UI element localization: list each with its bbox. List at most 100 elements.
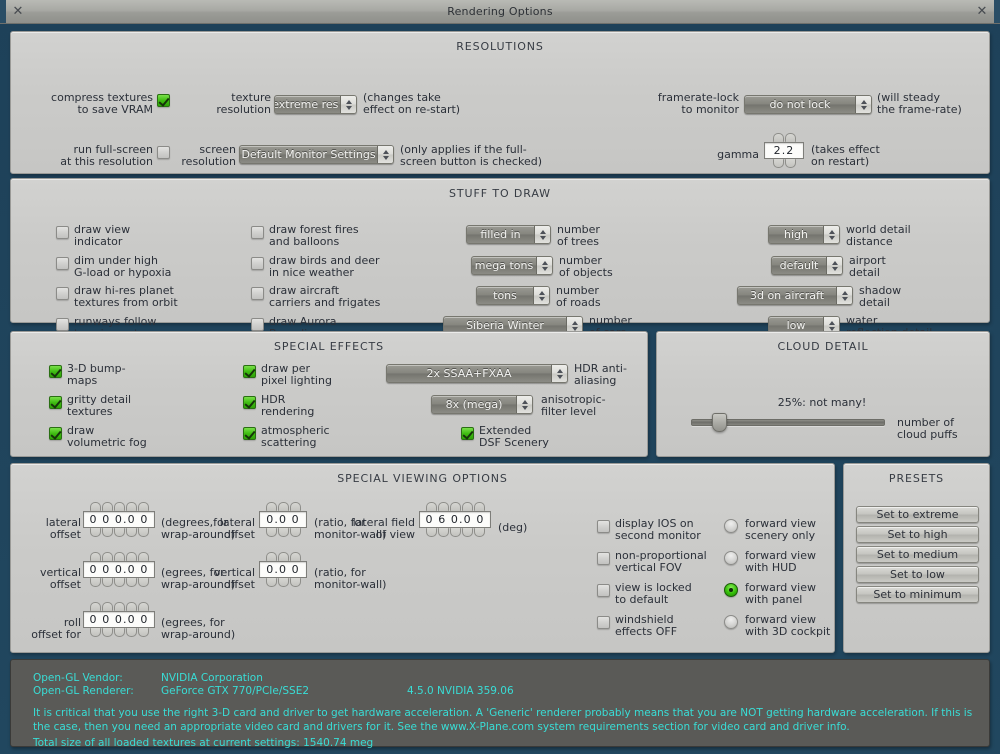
dropdown-world-detail-distance[interactable]: high bbox=[768, 225, 840, 244]
check-draw-carriers[interactable] bbox=[251, 287, 264, 300]
check-volumetric-fog[interactable] bbox=[49, 427, 62, 440]
dropdown-shadow-detail[interactable]: 3d on aircraft bbox=[737, 286, 853, 305]
check-per-pixel-lighting[interactable] bbox=[243, 365, 256, 378]
window-titlebar: ✕ Rendering Options ✕ bbox=[0, 0, 1000, 24]
check-hi-res-planet-textures[interactable] bbox=[56, 287, 69, 300]
radio-forward-view-with-panel[interactable] bbox=[724, 583, 738, 597]
close-icon-right[interactable]: ✕ bbox=[974, 4, 990, 20]
framerate-lock-dropdown[interactable]: do not lock bbox=[744, 95, 872, 114]
dropdown-number-of-roads[interactable]: tons bbox=[476, 286, 550, 305]
check-atmospheric-scattering[interactable] bbox=[243, 427, 256, 440]
stepper-up-arrows[interactable] bbox=[419, 502, 491, 511]
stepper-up-arrows[interactable] bbox=[764, 133, 804, 142]
titlebar-left-edge bbox=[0, 0, 6, 23]
stepper-up-arrows[interactable] bbox=[83, 552, 155, 561]
opengl-renderer-label: Open-GL Renderer: bbox=[33, 685, 134, 697]
check-display-ios-second-monitor-label: display IOS on second monitor bbox=[615, 517, 701, 542]
stepper-lateral-offset-ratio-label: lateral offset bbox=[219, 516, 255, 541]
screen-resolution-dropdown[interactable]: Default Monitor Settings bbox=[239, 145, 394, 164]
check-extended-dsf-scenery[interactable] bbox=[461, 427, 474, 440]
check-dim-under-high-g[interactable] bbox=[56, 257, 69, 270]
panel-stuff-to-draw: STUFF TO DRAW draw view indicator dim un… bbox=[10, 178, 990, 339]
stepper-lateral-fov-value[interactable]: 0 6 0.0 0 bbox=[419, 511, 491, 528]
dropdown-anisotropic-filter-label: anisotropic- filter level bbox=[541, 393, 606, 418]
chevron-updown-icon bbox=[836, 287, 852, 304]
dropdown-hdr-anti-aliasing[interactable]: 2x SSAA+FXAA bbox=[386, 364, 568, 383]
check-windshield-effects-off[interactable] bbox=[597, 616, 610, 629]
stepper-lateral-offset-wrap-value[interactable]: 0 0 0.0 0 bbox=[83, 511, 155, 528]
button-set-to-low[interactable]: Set to low bbox=[856, 566, 979, 583]
stepper-down-arrows[interactable] bbox=[259, 528, 307, 537]
radio-forward-view-with-3d-cockpit-label: forward view with 3D cockpit bbox=[745, 613, 831, 638]
button-set-to-extreme[interactable]: Set to extreme bbox=[856, 506, 979, 523]
cloud-puffs-slider-handle[interactable] bbox=[712, 413, 727, 432]
check-non-proportional-vertical-fov-label: non-proportional vertical FOV bbox=[615, 549, 707, 574]
stepper-lateral-offset-ratio-value[interactable]: 0.0 0 bbox=[259, 511, 307, 528]
radio-forward-view-with-panel-label: forward view with panel bbox=[745, 581, 817, 606]
stepper-up-arrows[interactable] bbox=[83, 502, 155, 511]
radio-forward-view-scenery-only[interactable] bbox=[724, 519, 738, 533]
check-draw-forest-fires[interactable] bbox=[251, 226, 264, 239]
panel-special-viewing-options: SPECIAL VIEWING OPTIONS lateral offset 0… bbox=[10, 463, 835, 653]
check-draw-birds-deer[interactable] bbox=[251, 257, 264, 270]
stepper-roll-offset[interactable]: 0 0 0.0 0 bbox=[83, 602, 155, 637]
stepper-roll-offset-note: (egrees, for wrap-around) bbox=[161, 616, 236, 641]
dropdown-airport-detail[interactable]: default bbox=[771, 256, 843, 275]
check-hdr-rendering[interactable] bbox=[243, 396, 256, 409]
check-hi-res-planet-textures-label: draw hi-res planet textures from orbit bbox=[74, 284, 178, 309]
panel-title-resolutions: RESOLUTIONS bbox=[456, 40, 544, 53]
stepper-down-arrows[interactable] bbox=[83, 628, 155, 637]
dropdown-number-of-trees[interactable]: filled in bbox=[466, 225, 551, 244]
stepper-up-arrows[interactable] bbox=[259, 502, 307, 511]
radio-forward-view-with-3d-cockpit[interactable] bbox=[724, 615, 738, 629]
window-content: RESOLUTIONS compress textures to save VR… bbox=[0, 23, 1000, 754]
button-set-to-medium[interactable]: Set to medium bbox=[856, 546, 979, 563]
check-draw-view-indicator[interactable] bbox=[56, 226, 69, 239]
stepper-vertical-offset-wrap-value[interactable]: 0 0 0.0 0 bbox=[83, 561, 155, 578]
check-display-ios-second-monitor[interactable] bbox=[597, 520, 610, 533]
dropdown-number-of-roads-value: tons bbox=[493, 289, 517, 302]
cloud-slider-value-text: 25%: not many! bbox=[777, 396, 867, 409]
radio-forward-view-with-hud[interactable] bbox=[724, 551, 738, 565]
stepper-lateral-offset-wrap[interactable]: 0 0 0.0 0 bbox=[83, 502, 155, 537]
stepper-down-arrows[interactable] bbox=[83, 528, 155, 537]
texture-resolution-value: extreme res! bbox=[275, 98, 340, 111]
stepper-down-arrows[interactable] bbox=[259, 578, 307, 587]
full-screen-checkbox[interactable] bbox=[157, 146, 170, 159]
close-icon-left[interactable]: ✕ bbox=[10, 4, 26, 20]
button-set-to-minimum[interactable]: Set to minimum bbox=[856, 586, 979, 603]
check-view-locked-to-default[interactable] bbox=[597, 584, 610, 597]
stepper-up-arrows[interactable] bbox=[83, 602, 155, 611]
chevron-updown-icon bbox=[534, 226, 550, 243]
stepper-vertical-offset-wrap[interactable]: 0 0 0.0 0 bbox=[83, 552, 155, 587]
stepper-down-arrows[interactable] bbox=[419, 528, 491, 537]
stepper-lateral-offset-ratio[interactable]: 0.0 0 bbox=[259, 502, 307, 537]
button-set-to-high[interactable]: Set to high bbox=[856, 526, 979, 543]
panel-title-special-viewing-options: SPECIAL VIEWING OPTIONS bbox=[337, 472, 508, 485]
gamma-value[interactable]: 2.2 bbox=[764, 142, 804, 159]
opengl-renderer-value: GeForce GTX 770/PCIe/SSE2 bbox=[161, 685, 310, 697]
compress-textures-checkbox[interactable] bbox=[157, 94, 170, 107]
stepper-vertical-offset-ratio[interactable]: 0.0 0 bbox=[259, 552, 307, 587]
dropdown-anisotropic-filter[interactable]: 8x (mega) bbox=[431, 395, 533, 414]
check-3d-bump-maps[interactable] bbox=[49, 365, 62, 378]
check-non-proportional-vertical-fov[interactable] bbox=[597, 552, 610, 565]
texture-resolution-dropdown[interactable]: extreme res! bbox=[274, 95, 357, 114]
check-runways-follow-contours[interactable] bbox=[56, 318, 69, 331]
check-draw-aurora[interactable] bbox=[251, 318, 264, 331]
stepper-down-arrows[interactable] bbox=[83, 578, 155, 587]
stepper-vertical-offset-ratio-value[interactable]: 0.0 0 bbox=[259, 561, 307, 578]
stepper-lateral-fov-note: (deg) bbox=[498, 521, 528, 534]
gamma-stepper[interactable]: 2.2 bbox=[764, 133, 804, 168]
dropdown-number-of-roads-label: number of roads bbox=[556, 284, 601, 309]
dropdown-world-detail-distance-label: world detail distance bbox=[846, 223, 911, 248]
stepper-up-arrows[interactable] bbox=[259, 552, 307, 561]
stepper-down-arrows[interactable] bbox=[764, 159, 804, 168]
check-dim-under-high-g-label: dim under high G-load or hypoxia bbox=[74, 254, 172, 279]
check-gritty-detail-textures[interactable] bbox=[49, 396, 62, 409]
window-title: Rendering Options bbox=[447, 5, 553, 18]
stepper-roll-offset-value[interactable]: 0 0 0.0 0 bbox=[83, 611, 155, 628]
dropdown-number-of-objects[interactable]: mega tons bbox=[471, 256, 553, 275]
stepper-lateral-fov[interactable]: 0 6 0.0 0 bbox=[419, 502, 491, 537]
opengl-vendor-value: NVIDIA Corporation bbox=[161, 672, 263, 684]
